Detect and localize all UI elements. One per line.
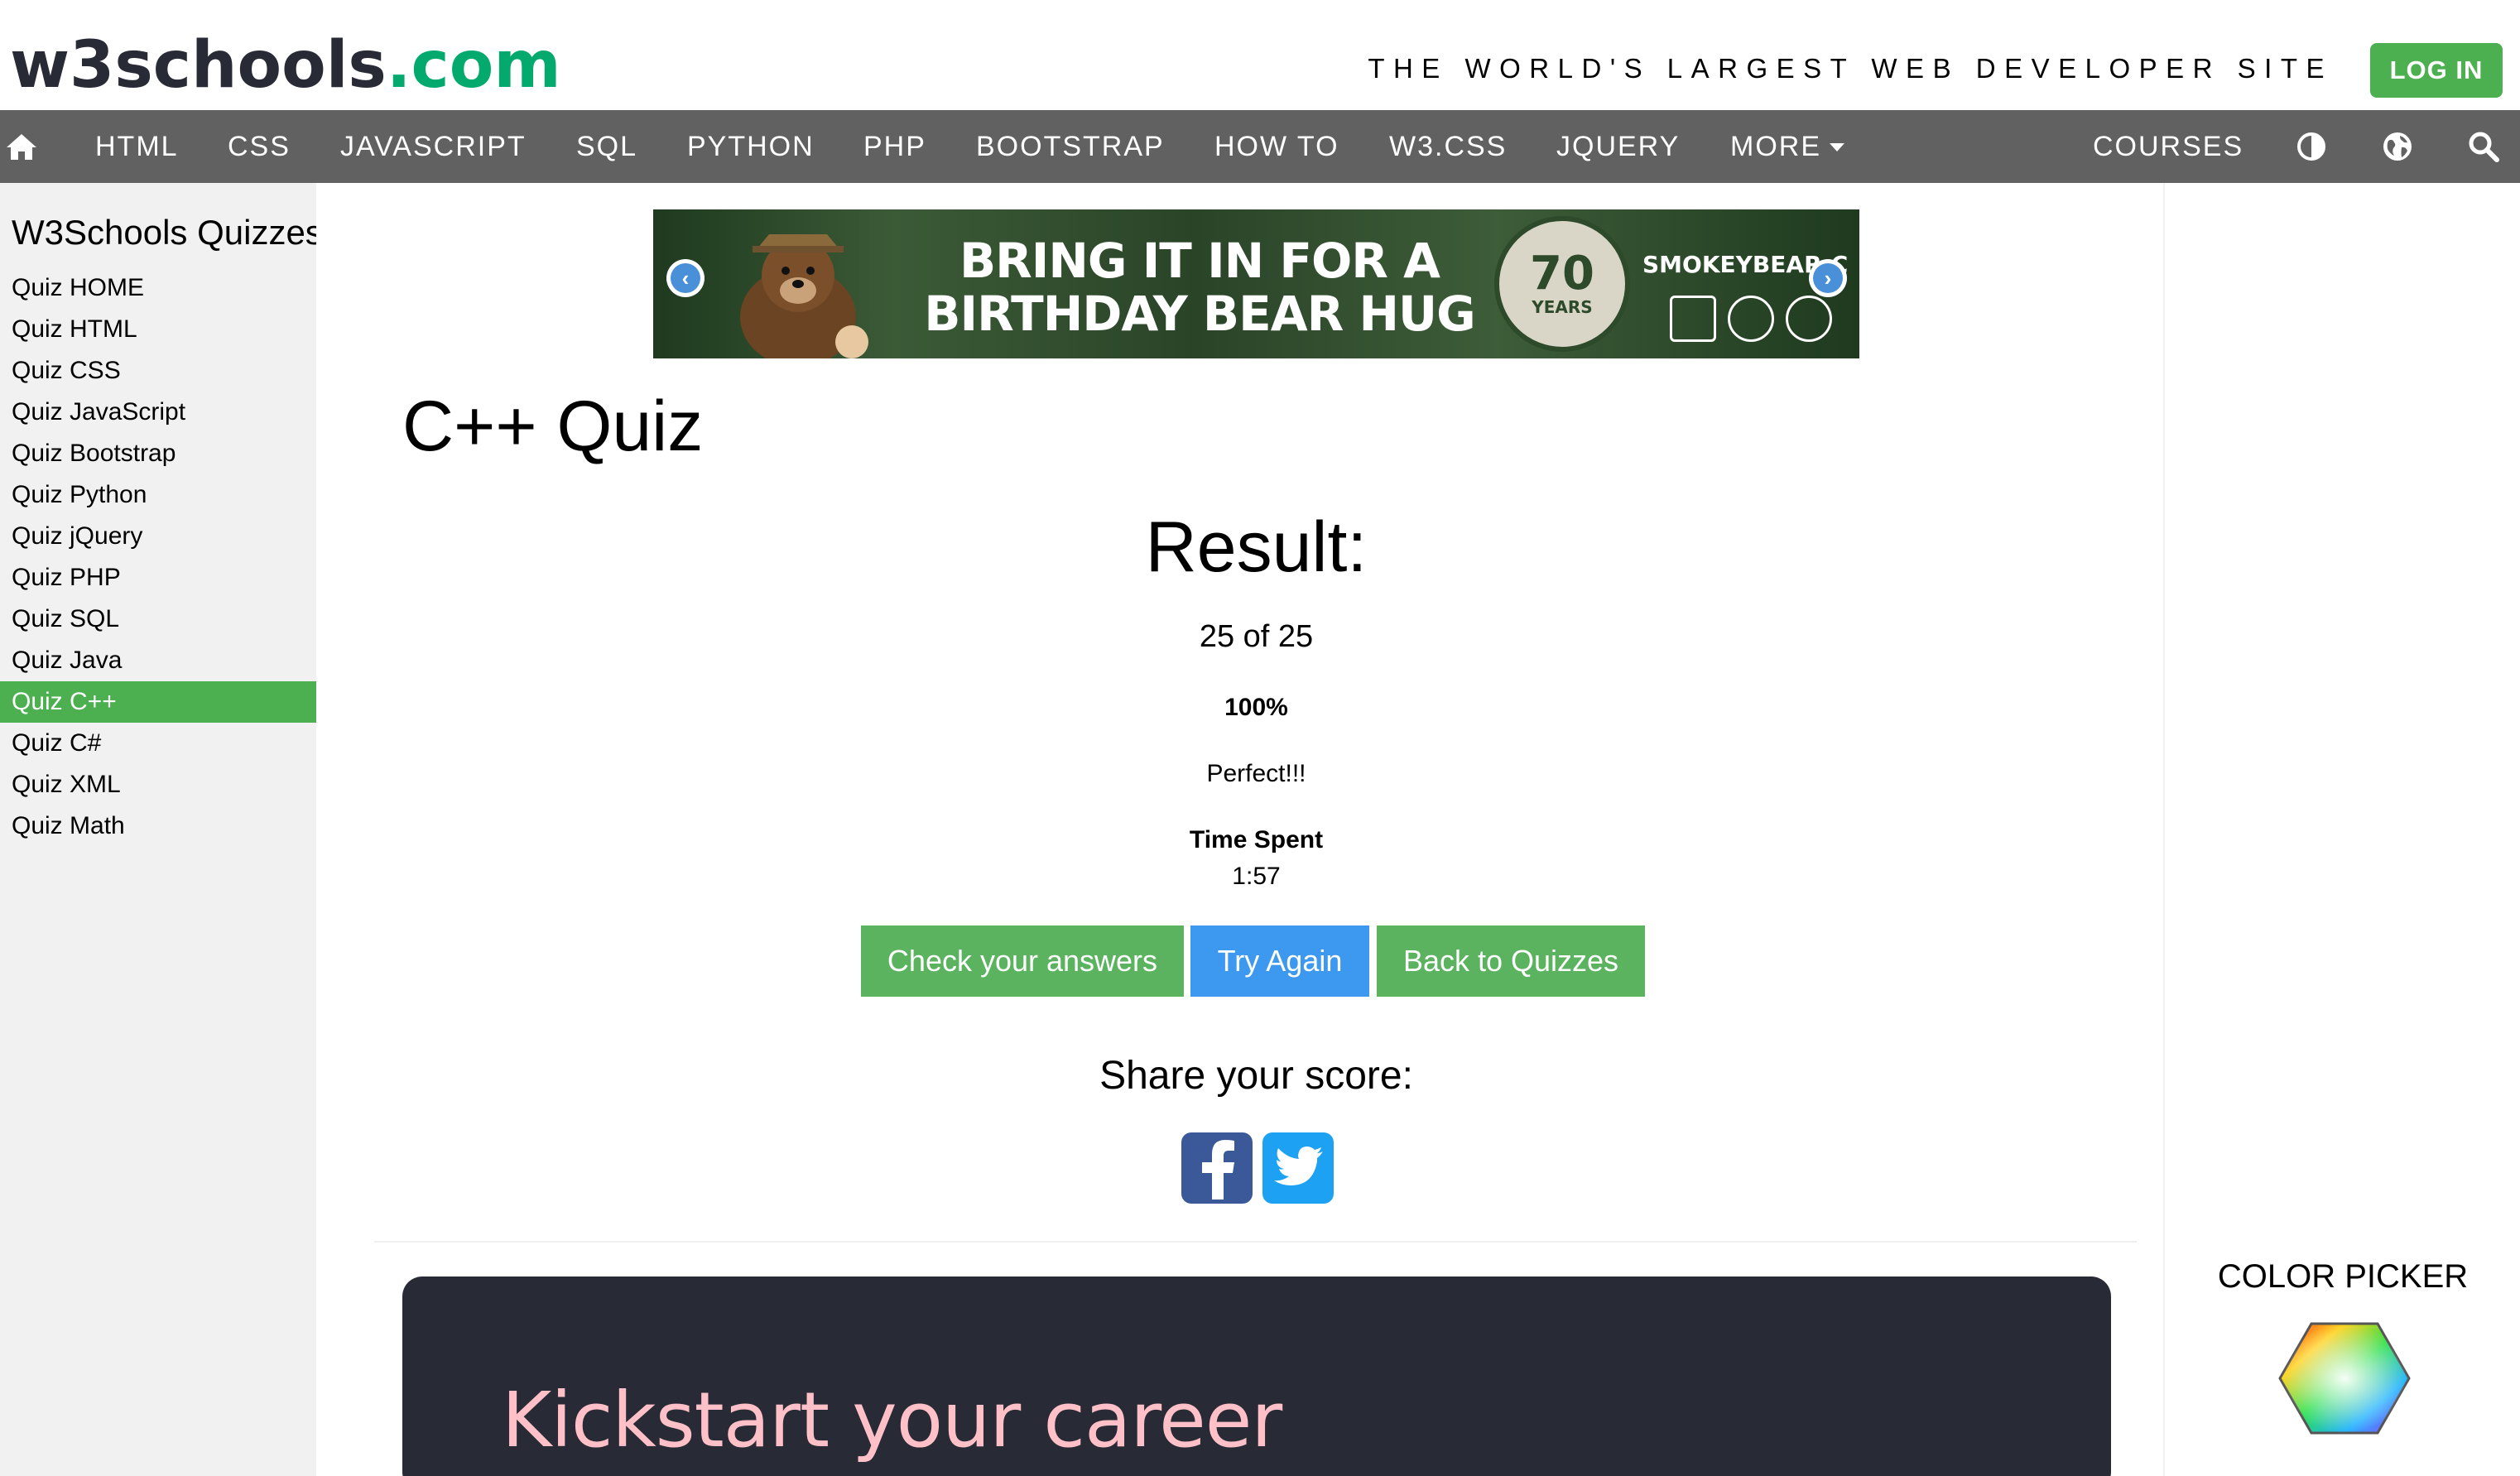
sidebar-item-quiz-php[interactable]: Quiz PHP [0, 557, 316, 599]
sidebar-item-quiz-xml[interactable]: Quiz XML [0, 764, 316, 805]
ad-next-button[interactable]: › [1809, 259, 1847, 297]
main-nav: HTML CSS JAVASCRIPT SQL PYTHON PHP BOOTS… [0, 110, 2520, 183]
ad-badge-number: 70 [1530, 247, 1594, 300]
ad-council-logo [1670, 296, 1716, 342]
facebook-icon [1202, 1140, 1234, 1200]
sidebar-item-quiz-sql[interactable]: Quiz SQL [0, 599, 316, 640]
sidebar-item-quiz-css[interactable]: Quiz CSS [0, 350, 316, 392]
color-picker-icon[interactable] [2278, 1320, 2411, 1436]
smokey-bear-illustration [740, 234, 868, 358]
chevron-left-icon: ‹ [671, 263, 700, 293]
nav-more[interactable]: MORE [1730, 110, 1844, 183]
sidebar-item-quiz-home[interactable]: Quiz HOME [0, 267, 316, 309]
share-heading: Share your score: [1099, 1054, 1413, 1098]
quiz-sidebar: W3Schools Quizzes Quiz HOME Quiz HTML Qu… [0, 183, 316, 1476]
site-tagline: THE WORLD'S LARGEST WEB DEVELOPER SITE [1368, 53, 2333, 84]
nav-globe[interactable] [2373, 110, 2422, 183]
sidebar-item-quiz-python[interactable]: Quiz Python [0, 474, 316, 516]
ad-headline-line1: BRING IT IN FOR A [959, 233, 1440, 289]
quiz-score: 25 of 25 [1199, 619, 1314, 654]
sidebar-title: W3Schools Quizzes [12, 213, 316, 252]
ad-sponsor-logos [1670, 296, 1832, 342]
sidebar-item-quiz-bootstrap[interactable]: Quiz Bootstrap [0, 433, 316, 474]
nav-howto[interactable]: HOW TO [1214, 110, 1339, 183]
nav-courses[interactable]: COURSES [2093, 110, 2243, 183]
career-heading: Kickstart your career [502, 1376, 1282, 1464]
result-heading: Result: [1145, 507, 1368, 587]
time-spent-value: 1:57 [1232, 863, 1281, 890]
nav-home[interactable] [5, 110, 55, 183]
nav-html[interactable]: HTML [95, 110, 179, 183]
check-answers-button[interactable]: Check your answers [861, 926, 1184, 997]
nav-contrast[interactable] [2287, 110, 2336, 183]
home-icon [7, 134, 36, 160]
caret-down-icon [1830, 143, 1844, 151]
logo-domain: .com [386, 28, 561, 103]
sidebar-item-quiz-javascript[interactable]: Quiz JavaScript [0, 392, 316, 433]
try-again-button[interactable]: Try Again [1190, 926, 1369, 997]
sidebar-item-quiz-java[interactable]: Quiz Java [0, 640, 316, 681]
sidebar-item-quiz-math[interactable]: Quiz Math [0, 805, 316, 847]
nav-w3css[interactable]: W3.CSS [1389, 110, 1507, 183]
sidebar-item-quiz-csharp[interactable]: Quiz C# [0, 723, 316, 764]
sidebar-item-quiz-html[interactable]: Quiz HTML [0, 309, 316, 350]
w3schools-logo[interactable]: w3schools.com [10, 25, 561, 105]
nav-sql[interactable]: SQL [576, 110, 637, 183]
ad-headline-line2: BIRTHDAY BEAR HUG [924, 286, 1475, 342]
login-button[interactable]: LOG IN [2370, 43, 2503, 98]
quiz-percent: 100% [1224, 694, 1288, 721]
nav-python[interactable]: PYTHON [687, 110, 815, 183]
globe-icon [2383, 132, 2412, 161]
search-icon [2469, 132, 2499, 162]
nav-more-label: MORE [1730, 130, 1821, 162]
twitter-icon [1274, 1147, 1323, 1185]
share-facebook-button[interactable] [1181, 1132, 1253, 1204]
right-column-border [2163, 183, 2165, 1476]
chevron-right-icon: › [1813, 263, 1843, 293]
sidebar-item-quiz-jquery[interactable]: Quiz jQuery [0, 516, 316, 557]
nav-javascript[interactable]: JAVASCRIPT [340, 110, 527, 183]
forest-service-logo [1728, 296, 1774, 342]
ad-birthday-badge: 70 YEARS [1494, 216, 1630, 352]
logo-text: w3schools [10, 28, 387, 103]
color-picker-title: COLOR PICKER [2217, 1258, 2469, 1295]
ad-badge-text: YEARS [1532, 297, 1593, 317]
nav-css[interactable]: CSS [228, 110, 291, 183]
career-promo-card[interactable]: Kickstart your career [402, 1276, 2111, 1476]
ad-prev-button[interactable]: ‹ [666, 259, 705, 297]
agency-shield-logo [1786, 296, 1832, 342]
ad-headline: BRING IT IN FOR A BIRTHDAY BEAR HUG [910, 234, 1489, 340]
page-title: C++ Quiz [402, 387, 704, 466]
top-header: w3schools.com THE WORLD'S LARGEST WEB DE… [0, 0, 2520, 110]
back-to-quizzes-button[interactable]: Back to Quizzes [1377, 926, 1645, 997]
time-spent-label: Time Spent [1189, 826, 1324, 853]
nav-search[interactable] [2459, 110, 2508, 183]
ad-banner[interactable]: BRING IT IN FOR A BIRTHDAY BEAR HUG 70 Y… [653, 209, 1859, 358]
share-twitter-button[interactable] [1262, 1132, 1334, 1204]
nav-bootstrap[interactable]: BOOTSTRAP [976, 110, 1165, 183]
content-divider [374, 1241, 2137, 1243]
sidebar-item-quiz-cpp[interactable]: Quiz C++ [0, 681, 316, 723]
contrast-icon [2297, 132, 2325, 161]
nav-jquery[interactable]: JQUERY [1556, 110, 1680, 183]
quiz-verdict: Perfect!!! [1206, 760, 1306, 787]
nav-php[interactable]: PHP [863, 110, 926, 183]
